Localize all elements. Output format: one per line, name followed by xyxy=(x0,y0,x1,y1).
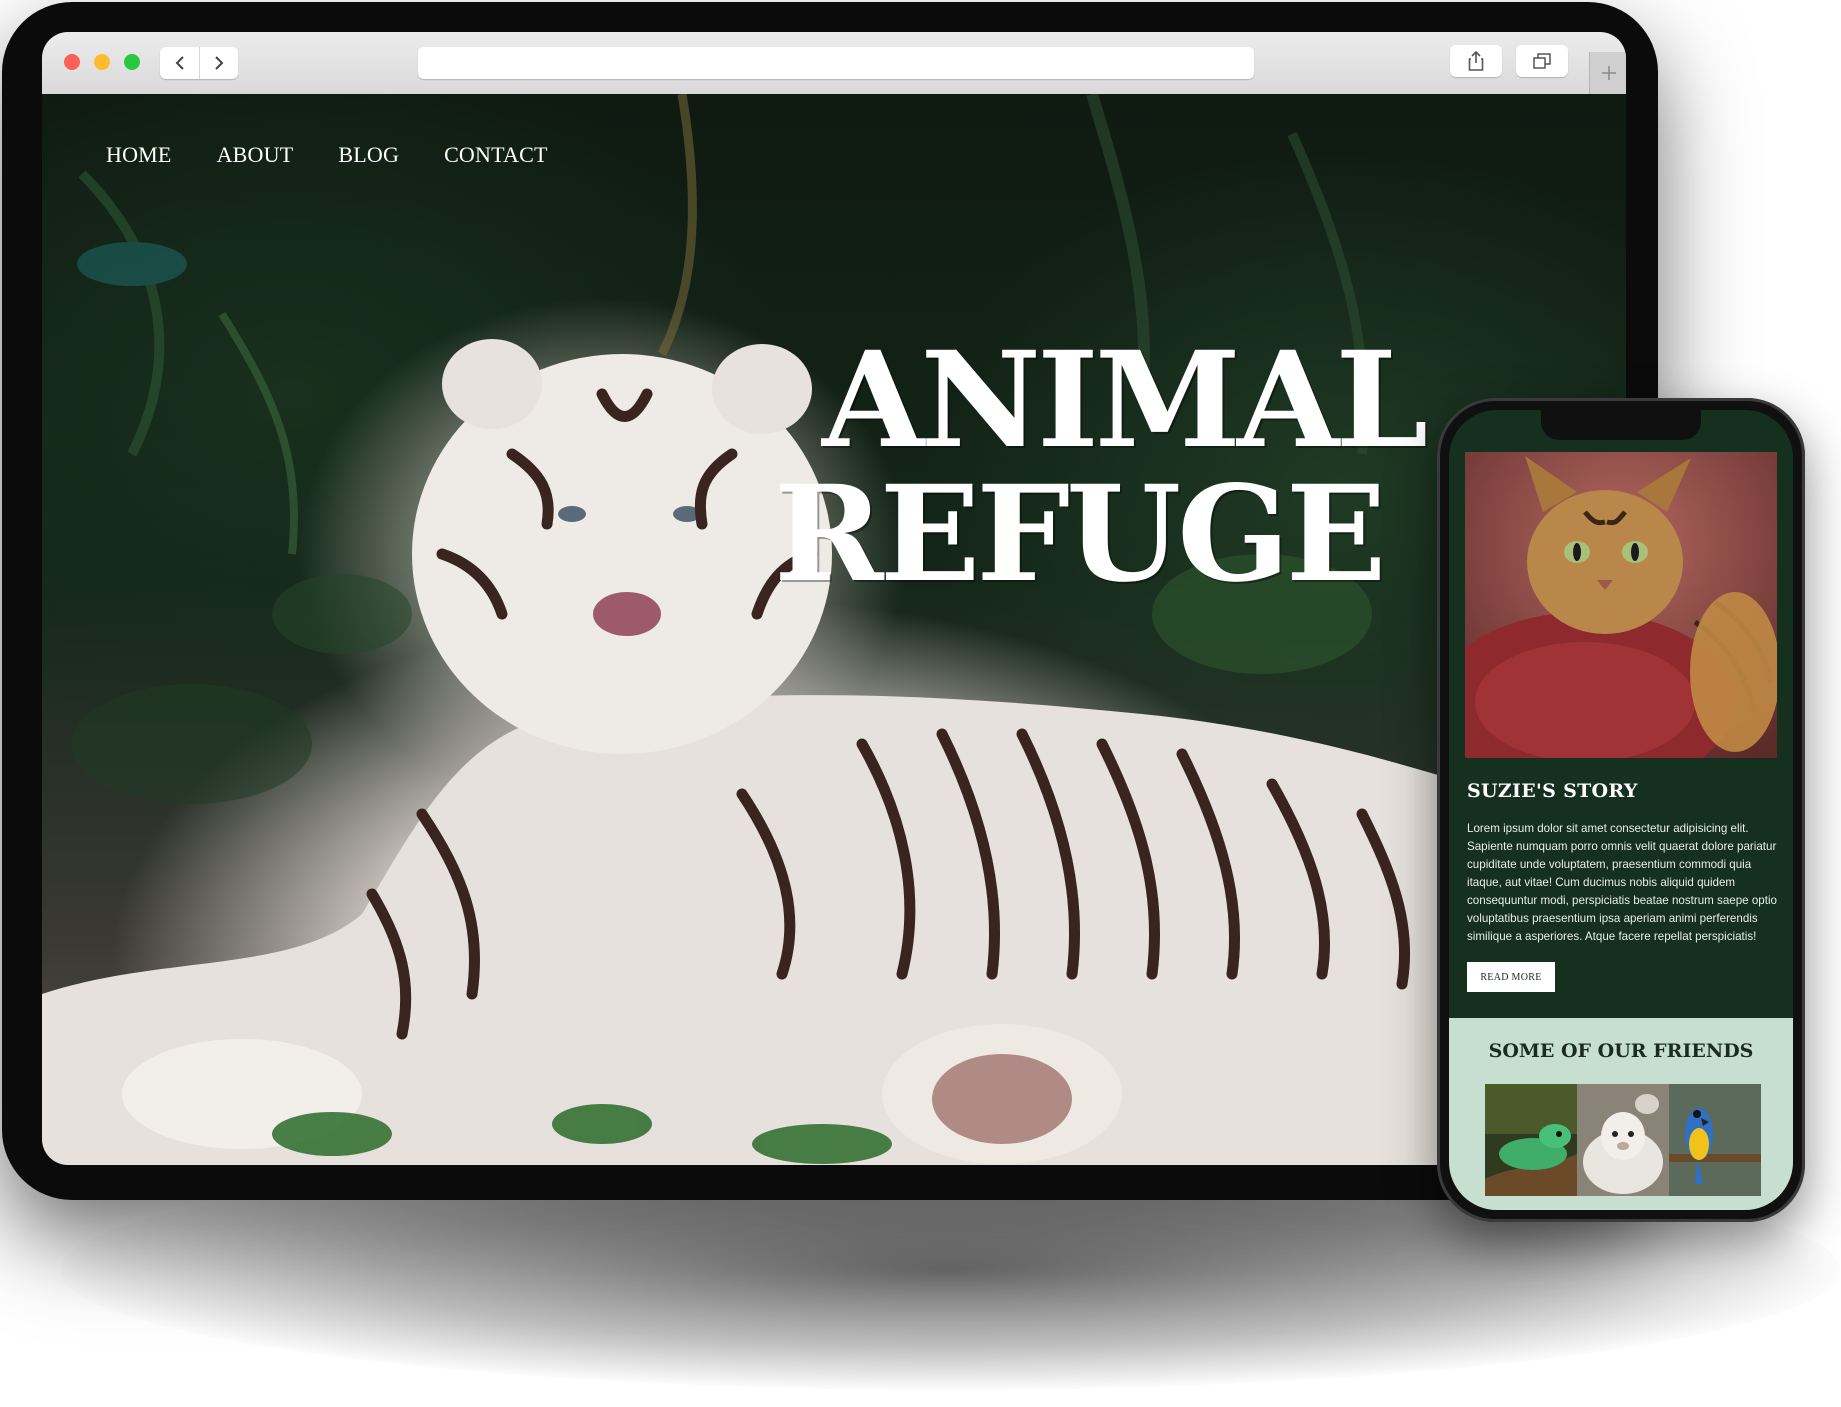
browser-window: HOME ABOUT BLOG CONTACT ANIMAL REFUGE xyxy=(42,32,1626,1165)
story-title: SUZIE'S STORY xyxy=(1467,780,1638,802)
share-icon xyxy=(1468,51,1484,71)
maximize-window-button[interactable] xyxy=(124,54,140,70)
bengal-cat-image xyxy=(1465,452,1777,758)
show-tabs-button[interactable] xyxy=(1516,45,1568,77)
nav-about-link[interactable]: ABOUT xyxy=(217,142,294,168)
chevron-right-icon xyxy=(214,56,223,70)
cat-photo xyxy=(1465,452,1777,758)
story-body: Lorem ipsum dolor sit amet consectetur a… xyxy=(1467,822,1777,943)
parrot-image xyxy=(1669,1084,1761,1196)
lizard-image xyxy=(1485,1084,1577,1196)
hero-section: HOME ABOUT BLOG CONTACT ANIMAL REFUGE xyxy=(42,94,1626,1165)
read-more-button[interactable]: READ MORE xyxy=(1467,962,1555,992)
friends-gallery xyxy=(1485,1084,1761,1196)
phone-device: SUZIE'S STORY Lorem ipsum dolor sit amet… xyxy=(1437,398,1805,1222)
address-bar[interactable] xyxy=(418,47,1254,79)
nav-blog-link[interactable]: BLOG xyxy=(338,142,399,168)
new-tab-button[interactable] xyxy=(1589,52,1626,94)
tabs-icon xyxy=(1533,53,1551,69)
sheep-image xyxy=(1577,1084,1669,1196)
site-navigation: HOME ABOUT BLOG CONTACT xyxy=(106,142,593,168)
forward-button[interactable] xyxy=(199,47,238,79)
phone-screen: SUZIE'S STORY Lorem ipsum dolor sit amet… xyxy=(1449,410,1793,1210)
friends-section: SOME OF OUR FRIENDS xyxy=(1449,1018,1793,1210)
nav-contact-link[interactable]: CONTACT xyxy=(444,142,548,168)
white-tiger-image xyxy=(42,94,1626,1165)
history-nav-group xyxy=(160,47,238,79)
friend-thumb-sheep[interactable] xyxy=(1577,1084,1669,1196)
tablet-device: HOME ABOUT BLOG CONTACT ANIMAL REFUGE xyxy=(2,2,1658,1200)
browser-toolbar xyxy=(42,32,1626,95)
friend-thumb-parrot[interactable] xyxy=(1669,1084,1761,1196)
phone-notch xyxy=(1541,410,1701,440)
friends-title: SOME OF OUR FRIENDS xyxy=(1488,1040,1754,1062)
chevron-left-icon xyxy=(175,56,184,70)
plus-icon xyxy=(1601,66,1616,80)
friend-thumb-lizard[interactable] xyxy=(1485,1084,1577,1196)
back-button[interactable] xyxy=(160,47,200,79)
nav-home-link[interactable]: HOME xyxy=(106,142,172,168)
minimize-window-button[interactable] xyxy=(94,54,110,70)
share-button[interactable] xyxy=(1450,45,1502,77)
close-window-button[interactable] xyxy=(64,54,80,70)
